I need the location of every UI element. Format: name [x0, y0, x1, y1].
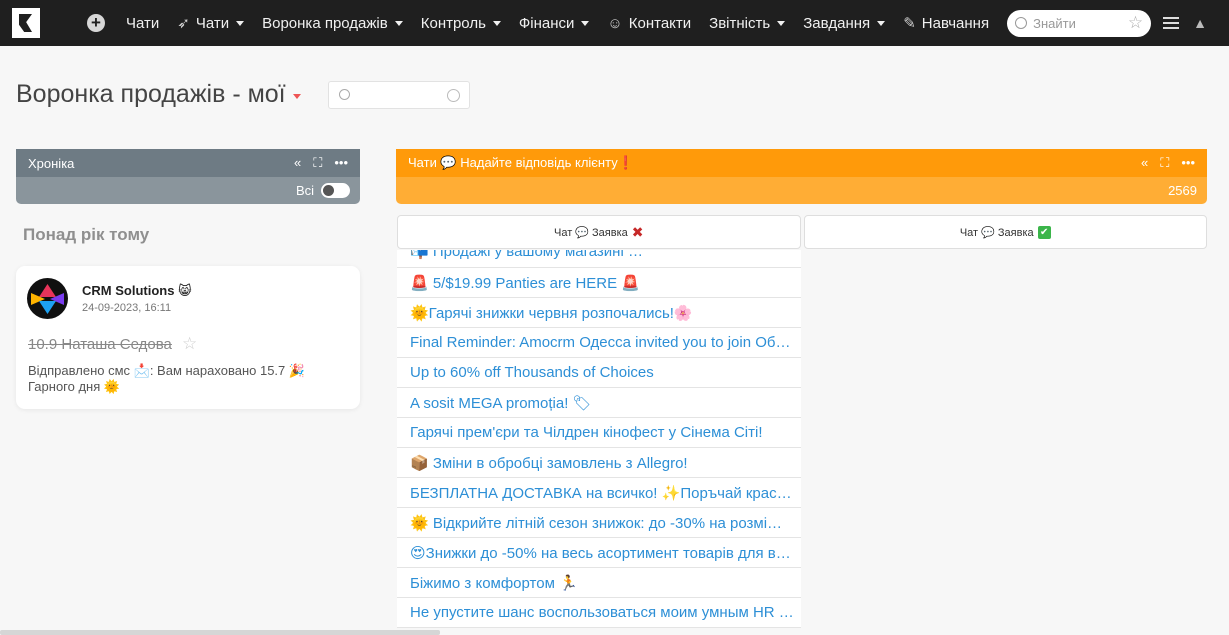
list-item[interactable]: 🌞Гарячі знижки червня розпочались!🌸 — [397, 298, 801, 328]
history-card[interactable]: CRM Solutions 😸 24-09-2023, 16:11 10.9 Н… — [16, 266, 360, 409]
search-icon — [339, 89, 350, 100]
nav-item[interactable]: ✎ Навчання — [894, 0, 998, 46]
nav-label: Воронка продажів — [262, 14, 388, 32]
nav-item[interactable]: Завдання — [794, 0, 894, 46]
chevron-down-icon — [236, 20, 245, 26]
more-icon[interactable]: ••• — [334, 155, 348, 171]
chevron-down-icon — [877, 20, 886, 26]
tab-chat-request-rejected[interactable]: Чат 💬 Заявка ✖ — [397, 215, 801, 249]
nav-label: Фінанси — [518, 14, 575, 32]
chevron-down-icon[interactable] — [292, 93, 301, 99]
column-title: Чати 💬 Надайте відповідь клієнту❗ — [408, 155, 634, 170]
event-date: 24-09-2023, 16:11 — [82, 302, 172, 314]
list-item[interactable]: Біжимо з комфортом 🏃 — [397, 568, 801, 598]
nav-item[interactable]: ☺ Контакти — [598, 0, 700, 46]
chats-column-header: Чати 💬 Надайте відповідь клієнту❗ « ⛶ ••… — [396, 149, 1207, 204]
list-item[interactable]: Не упустите шанс воспользоваться моим ум… — [397, 598, 801, 628]
global-search[interactable]: Знайти ☆ — [1007, 9, 1152, 37]
chat-list: 📬 Продажі у вашому магазині … 🚨 5/$19.99… — [397, 250, 801, 635]
history-column-header: Хроніка « ⛶ ••• Всі — [16, 149, 360, 204]
list-item[interactable]: 😍Знижки до -50% на весь асортимент товар… — [397, 538, 801, 568]
nav-label: Чати — [126, 14, 160, 32]
column-title: Хроніка — [28, 155, 75, 171]
list-item[interactable]: 📦 Зміни в обробці замовлень з Allegro! — [397, 448, 801, 478]
logo-icon — [12, 8, 40, 38]
nav-label: Чати — [195, 14, 230, 32]
column-count: 2569 — [1168, 183, 1197, 198]
horizontal-scrollbar[interactable] — [0, 630, 440, 635]
nav-item[interactable]: Чати — [117, 0, 168, 46]
list-item[interactable]: 🚨 5/$19.99 Panties are HERE 🚨 — [397, 268, 801, 298]
check-icon: ✔ — [1037, 225, 1051, 239]
filter-label: Всі — [295, 183, 314, 198]
nav-item[interactable]: Воронка продажів — [253, 0, 412, 46]
nav-item[interactable]: ➶ Чати — [168, 0, 253, 46]
list-item[interactable]: Final Reminder: Amocrm Одесса invited yo… — [397, 328, 801, 358]
list-item[interactable]: Гарячі прем'єри та Чілдрен кінофест у Сі… — [397, 418, 801, 448]
section-label: Понад рік тому — [23, 225, 150, 244]
paperclip-icon: ✎ — [903, 15, 916, 32]
chevron-down-icon — [581, 20, 590, 26]
rocket-icon: ➶ — [177, 15, 190, 32]
filter-icon[interactable] — [447, 89, 460, 102]
menu-icon[interactable] — [1163, 17, 1180, 29]
avatar — [27, 278, 68, 319]
collapse-icon[interactable]: « — [294, 155, 301, 171]
main-nav: Чати ➶ Чати Воронка продажів Контроль Фінанси… — [117, 0, 998, 46]
add-button[interactable]: + — [87, 14, 105, 32]
app-logo[interactable] — [0, 0, 75, 46]
nav-item[interactable]: Фінанси — [510, 0, 599, 46]
pin-icon[interactable]: ▲ — [1193, 15, 1207, 31]
chat-tabs: Чат 💬 Заявка ✖ Чат 💬 Заявка ✔ — [397, 215, 1207, 249]
nav-item[interactable]: Контроль — [412, 0, 510, 46]
nav-label: Завдання — [803, 14, 871, 32]
collapse-icon[interactable]: « — [1141, 155, 1148, 171]
nav-item[interactable]: Звітність — [700, 0, 794, 46]
nav-label: Навчання — [921, 14, 990, 32]
chevron-down-icon — [492, 20, 501, 26]
list-item[interactable]: 📬 Продажі у вашому магазині … — [397, 250, 801, 268]
pipeline-search-input[interactable] — [328, 81, 470, 109]
scan-icon[interactable]: ⛶ — [1160, 155, 1169, 171]
cross-icon: ✖ — [631, 223, 644, 240]
contacts-icon: ☺ — [607, 14, 623, 32]
company-name[interactable]: CRM Solutions 😸 — [82, 283, 192, 299]
list-item[interactable]: 🌞 Відкрийте літній сезон знижок: до -30%… — [397, 508, 801, 538]
more-icon[interactable]: ••• — [1181, 155, 1195, 171]
scan-icon[interactable]: ⛶ — [313, 155, 322, 171]
tab-chat-request-accepted[interactable]: Чат 💬 Заявка ✔ — [803, 215, 1207, 249]
chevron-down-icon — [394, 20, 403, 26]
nav-label: Контроль — [420, 14, 486, 32]
list-item[interactable]: Up to 60% off Thousands of Choices — [397, 358, 801, 388]
sms-text: Відправлено смс 📩: Вам нараховано 15.7 🎉… — [28, 363, 306, 394]
filter-toggle[interactable] — [321, 183, 350, 198]
star-icon[interactable]: ☆ — [1128, 13, 1143, 33]
star-icon[interactable]: ☆ — [182, 334, 197, 354]
search-placeholder: Знайти — [1033, 15, 1076, 31]
page-title[interactable]: Воронка продажів - мої — [16, 80, 301, 109]
list-item[interactable]: БЕЗПЛАТНА ДОСТАВКА на всичко! ✨Поръчай к… — [397, 478, 801, 508]
chevron-down-icon — [777, 20, 786, 26]
nav-label: Звітність — [709, 14, 771, 32]
nav-label: Контакти — [628, 14, 692, 32]
deal-name[interactable]: 10.9 Наташа Седова — [28, 336, 172, 353]
search-icon — [1015, 17, 1028, 29]
list-item[interactable]: A sosit MEGA promoția! 🏷 — [397, 388, 801, 418]
top-navbar: + Чати ➶ Чати Воронка продажів Контроль Фінан… — [0, 0, 1229, 46]
